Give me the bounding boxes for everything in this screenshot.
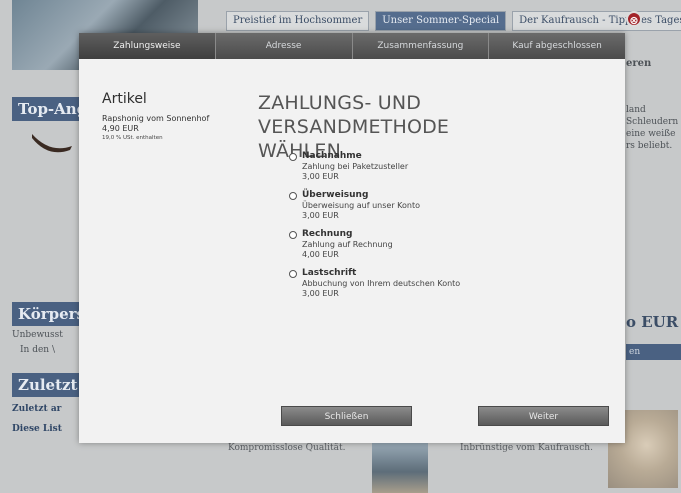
page-title-line-1: ZAHLUNGS- UND VERSANDMETHODE [258,92,450,138]
text-lower-left: Kompromisslose Qualität. [228,443,346,453]
article-title: Artikel [102,91,147,107]
radio-rechnung[interactable] [289,231,297,239]
option-price: 4,00 EUR [302,250,339,259]
option-name: Nachnahme [302,151,362,161]
radio-ueberweisung[interactable] [289,192,297,200]
article-summary: Artikel Rapshonig vom Sonnenhof 4,90 EUR… [102,91,252,142]
right-price: o EUR [626,313,679,331]
option-name: Rechnung [302,229,353,239]
text-lower-mid: Inbrünstige vom Kaufrausch. [460,443,593,453]
step-kauf-abgeschlossen: Kauf abgeschlossen [489,33,625,59]
heading-top-angebote: Top-Ang [12,97,88,121]
heading-koerper: Körpers [12,302,88,326]
option-nachnahme[interactable]: Nachnahme Zahlung bei Paketzusteller 3,0… [289,151,589,182]
option-desc: Zahlung bei Paketzusteller [302,162,409,171]
text-zuletzt-angesehen: Zuletzt ar [12,404,62,414]
option-desc: Abbuchung von Ihrem deutschen Konto [302,279,461,288]
article-tax: 19,0 % USt. enthalten [102,135,163,141]
option-desc: Überweisung auf unser Konto [302,201,420,210]
close-button[interactable]: Schließen [281,406,412,426]
tab-sommer-special[interactable]: Unser Sommer-Special [375,11,507,31]
tab-kaufrausch[interactable]: Der Kaufrausch - Tipp des Tages [512,11,681,31]
step-zahlungsweise: Zahlungsweise [79,33,216,59]
step-zusammenfassung: Zusammenfassung [352,33,490,59]
link-in-den[interactable]: In den \ [20,345,79,355]
right-text-3: eine weiße [626,129,676,139]
right-text-1: land [626,105,646,115]
payment-options: Nachnahme Zahlung bei Paketzusteller 3,0… [289,151,589,307]
option-price: 3,00 EUR [302,172,339,181]
close-icon[interactable]: ⊗ [626,11,642,27]
tab-preistief[interactable]: Preistief im Hochsommer [226,11,370,31]
right-text-2: Schleudern [626,117,679,127]
text-unbewusst: Unbewusst [12,330,63,340]
radio-nachnahme[interactable] [289,153,297,161]
option-ueberweisung[interactable]: Überweisung Überweisung auf unser Konto … [289,190,589,221]
heading-zuletzt: Zuletzt a [12,373,88,397]
article-name: Rapshonig vom Sonnenhof [102,114,210,123]
right-text-4: rs beliebt. [626,141,673,151]
product-photo [372,440,428,493]
checkout-steps: Zahlungsweise Adresse Zusammenfassung Ka… [79,33,625,59]
option-rechnung[interactable]: Rechnung Zahlung auf Rechnung 4,00 EUR [289,229,589,260]
next-button[interactable]: Weiter [478,406,609,426]
step-adresse: Adresse [215,33,353,59]
radio-lastschrift[interactable] [289,270,297,278]
option-name: Lastschrift [302,268,357,278]
checkout-modal: Zahlungsweise Adresse Zusammenfassung Ka… [79,33,625,443]
right-heading: eren [626,58,652,69]
background-tabs: Preistief im Hochsommer Unser Sommer-Spe… [226,11,681,31]
option-desc: Zahlung auf Rechnung [302,240,393,249]
option-lastschrift[interactable]: Lastschrift Abbuchung von Ihrem deutsche… [289,268,589,299]
option-price: 3,00 EUR [302,211,339,220]
link-diese-liste[interactable]: Diese List [12,424,62,434]
product-shape-icon [32,134,72,153]
option-name: Überweisung [302,190,369,200]
article-price: 4,90 EUR [102,124,139,133]
right-bar[interactable]: en [626,344,681,360]
option-price: 3,00 EUR [302,289,339,298]
